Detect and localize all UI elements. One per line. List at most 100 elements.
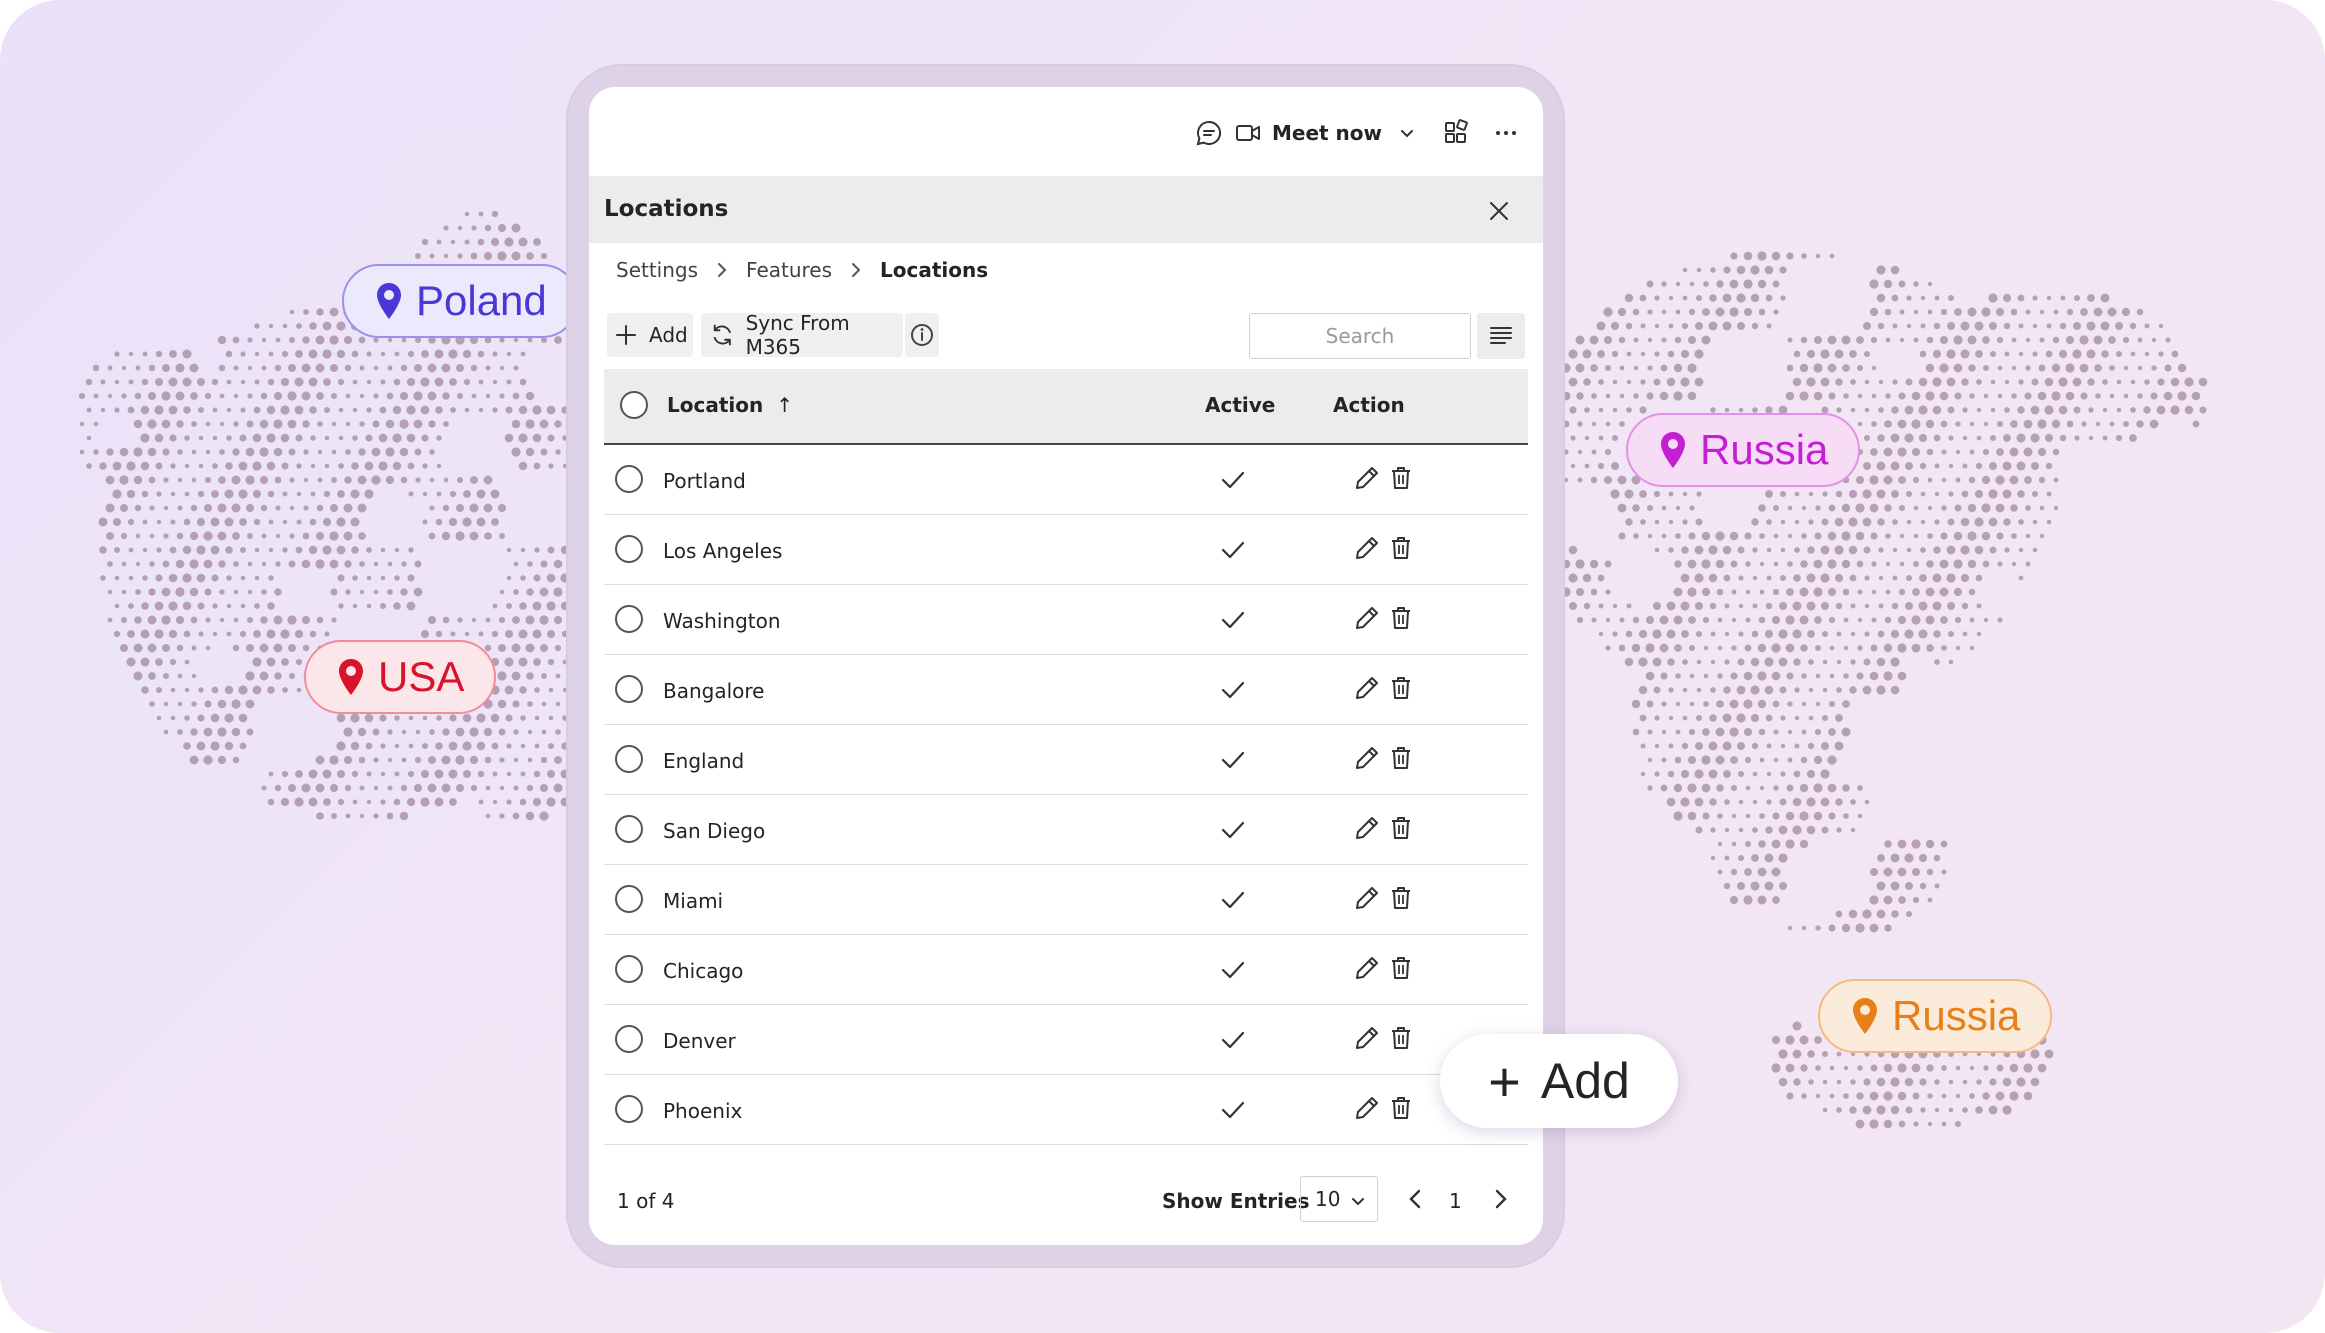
apps-button[interactable] [1442, 117, 1470, 149]
page-count: 1 of 4 [617, 1189, 675, 1213]
table-row[interactable]: San Diego [604, 795, 1528, 865]
checkmark-icon [1221, 751, 1245, 769]
entries-select[interactable]: 10 [1300, 1176, 1378, 1222]
row-select-radio[interactable] [615, 815, 643, 843]
previous-page-button[interactable] [1404, 1185, 1428, 1217]
pencil-icon[interactable] [1353, 954, 1381, 982]
breadcrumb-features[interactable]: Features [746, 258, 832, 282]
teams-topbar: Meet now [589, 87, 1543, 177]
pencil-icon[interactable] [1353, 814, 1381, 842]
sync-from-m365-button[interactable]: Sync From M365 [701, 311, 903, 359]
location-name: Chicago [663, 959, 744, 983]
checkmark-icon [1221, 891, 1245, 909]
list-view-button[interactable] [1477, 313, 1525, 359]
trash-icon[interactable] [1388, 744, 1414, 772]
pencil-icon[interactable] [1353, 1094, 1381, 1122]
column-header-location[interactable]: Location ↑ [667, 393, 793, 417]
entries-value: 10 [1315, 1187, 1341, 1211]
close-icon [1490, 202, 1508, 220]
add-button-label: Add [649, 323, 688, 347]
breadcrumb-locations: Locations [880, 258, 989, 282]
table-row[interactable]: Miami [604, 865, 1528, 935]
location-pin-icon [377, 283, 401, 319]
search-input[interactable] [1249, 313, 1471, 359]
trash-icon[interactable] [1388, 464, 1414, 492]
list-view-icon [1490, 327, 1512, 344]
table-body: Portland Los Angeles Washington Bangalore En… [604, 445, 1528, 1145]
trash-icon[interactable] [1388, 1094, 1414, 1122]
table-row[interactable]: Phoenix [604, 1075, 1528, 1145]
location-name: Portland [663, 469, 746, 493]
trash-icon[interactable] [1388, 604, 1414, 632]
pencil-icon[interactable] [1353, 604, 1381, 632]
trash-icon[interactable] [1388, 1024, 1414, 1052]
pencil-icon[interactable] [1353, 674, 1381, 702]
trash-icon[interactable] [1388, 884, 1414, 912]
next-page-button[interactable] [1488, 1185, 1512, 1217]
chevron-right-icon [852, 263, 861, 277]
table-row[interactable]: Bangalore [604, 655, 1528, 725]
pencil-icon[interactable] [1353, 1024, 1381, 1052]
table-row[interactable]: Chicago [604, 935, 1528, 1005]
trash-icon[interactable] [1388, 674, 1414, 702]
location-name: Los Angeles [663, 539, 783, 563]
floating-add-button[interactable]: + Add [1440, 1034, 1678, 1128]
row-select-radio[interactable] [615, 1025, 643, 1053]
panel-header: Locations [589, 177, 1543, 243]
apps-icon [1445, 119, 1468, 143]
trash-icon[interactable] [1388, 954, 1414, 982]
breadcrumb-settings[interactable]: Settings [616, 258, 698, 282]
pencil-icon[interactable] [1353, 534, 1381, 562]
sync-button-label: Sync From M365 [745, 311, 850, 359]
table-row[interactable]: Los Angeles [604, 515, 1528, 585]
location-pill-russia-2: Russia [1818, 979, 2053, 1053]
select-all-radio[interactable] [620, 391, 648, 419]
meet-now-button[interactable]: Meet now [1234, 117, 1416, 149]
breadcrumb: Settings Features Locations [616, 253, 988, 287]
row-select-radio[interactable] [615, 1095, 643, 1123]
pencil-icon[interactable] [1353, 464, 1381, 492]
row-select-radio[interactable] [615, 465, 643, 493]
current-page[interactable]: 1 [1449, 1189, 1462, 1213]
row-select-radio[interactable] [615, 745, 643, 773]
table-row[interactable]: England [604, 725, 1528, 795]
checkmark-icon [1221, 961, 1245, 979]
column-location-label: Location [667, 393, 764, 417]
chevron-down-icon [1352, 1198, 1364, 1206]
sync-icon [713, 324, 731, 346]
row-select-radio[interactable] [615, 955, 643, 983]
sync-info-button[interactable] [905, 313, 939, 357]
row-select-radio[interactable] [615, 885, 643, 913]
more-options-button[interactable] [1493, 117, 1519, 149]
panel-title: Locations [604, 196, 729, 222]
table-row[interactable]: Denver [604, 1005, 1528, 1075]
location-pill-russia: Russia [1626, 413, 1861, 487]
trash-icon[interactable] [1388, 814, 1414, 842]
table-row[interactable]: Washington [604, 585, 1528, 655]
trash-icon[interactable] [1388, 534, 1414, 562]
pencil-icon[interactable] [1353, 744, 1381, 772]
table-row[interactable]: Portland [604, 445, 1528, 515]
location-name: Miami [663, 889, 724, 913]
row-select-radio[interactable] [615, 605, 643, 633]
pencil-icon[interactable] [1353, 884, 1381, 912]
add-button[interactable]: Add [607, 313, 693, 357]
location-pin-icon [339, 659, 363, 695]
checkmark-icon [1221, 681, 1245, 699]
row-select-radio[interactable] [615, 535, 643, 563]
chevron-left-icon [1409, 1189, 1421, 1209]
more-icon [1496, 131, 1516, 135]
location-pin-icon [1661, 432, 1685, 468]
table-footer: 1 of 4 Show Entries 10 1 [589, 1167, 1543, 1227]
plus-icon: + [1488, 1049, 1521, 1113]
close-button[interactable] [1485, 197, 1513, 225]
row-select-radio[interactable] [615, 675, 643, 703]
app-window: Meet now Locations Settings Features Loc… [589, 87, 1543, 1245]
location-pin-icon [1853, 998, 1877, 1034]
checkmark-icon [1221, 1101, 1245, 1119]
floating-add-label: Add [1540, 1053, 1630, 1109]
location-name: Denver [663, 1029, 736, 1053]
chat-button[interactable] [1195, 117, 1223, 149]
location-pill-usa: USA [304, 640, 497, 714]
info-icon [911, 324, 933, 346]
